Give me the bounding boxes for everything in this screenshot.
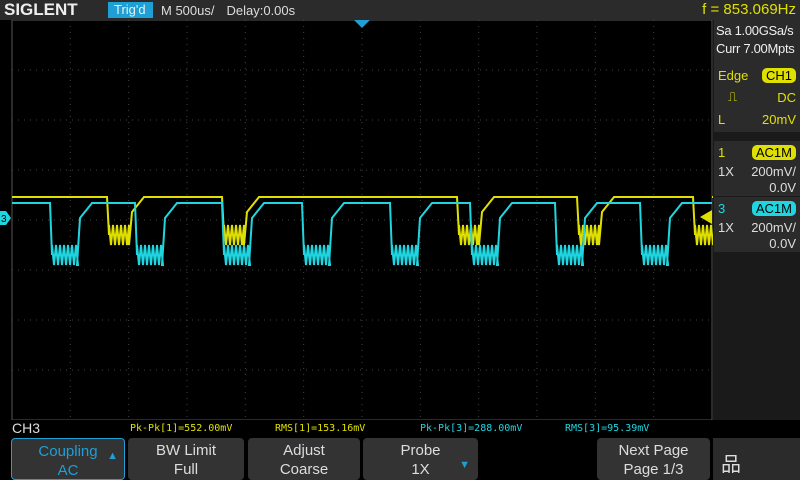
scale: 200mV/ [751,163,796,179]
timebase[interactable]: M 500us/ [161,3,214,18]
trigger-info[interactable]: Edge CH1 ⎍ DC L 20mV [714,62,800,132]
coupling-button[interactable]: Coupling AC ▲ [11,438,125,480]
siglent-logo: SIGLENT [4,0,78,19]
button-value: Coarse [279,461,329,478]
acquisition-info: Sa 1.00GSa/s Curr 7.00Mpts [714,20,800,62]
network-icon[interactable]: 品 [713,438,800,480]
probe-button[interactable]: Probe 1X ▼ [363,438,478,480]
button-label: BW Limit [156,442,216,459]
trigger-level-marker[interactable] [700,210,712,224]
trigger-source: CH1 [761,67,796,83]
next-page-button[interactable]: Next Page Page 1/3 [597,438,710,480]
button-label: Next Page [618,442,689,459]
trigger-status: Trig'd [108,2,153,18]
scale: 200mV/ [751,219,796,235]
button-value: Full [173,461,199,478]
bw-limit-button[interactable]: BW Limit Full [128,438,244,480]
channel-number: 3 [718,200,726,216]
measurement-rms-3: RMS[3]=95.39mV [565,423,650,434]
menu-title: CH3 [12,420,41,436]
probe: 1X [718,163,734,179]
status-bar: SIGLENT Trig'd M 500us/ Delay:0.00s f = … [0,0,800,20]
frequency-readout: f = 853.069Hz [702,1,796,18]
channel-coupling: AC1M [751,144,796,160]
arrow-down-icon: ▼ [459,459,470,471]
memory-depth: Curr 7.00Mpts [716,41,795,56]
channel-1-trace [12,196,713,246]
sample-rate: Sa 1.00GSa/s [716,23,794,38]
channel-3-info[interactable]: 3 AC1M 1X 200mV/ 0.0V [714,197,800,252]
offset: 0.0V [769,235,796,251]
trigger-type: Edge [718,67,749,83]
trigger-level-label: L [718,111,726,127]
measurement-pkpk-3: Pk-Pk[3]=288.00mV [420,423,523,434]
probe: 1X [718,219,734,235]
trigger-position-marker[interactable] [354,20,370,28]
channel-3-marker-label: 3 [1,214,7,225]
measurement-rms-1: RMS[1]=153.16mV [275,423,366,434]
info-panel: Sa 1.00GSa/s Curr 7.00Mpts Edge CH1 ⎍ DC L… [713,20,800,420]
adjust-button[interactable]: Adjust Coarse [248,438,360,480]
button-label: Adjust [283,442,325,459]
measurement-pkpk-1: Pk-Pk[1]=552.00mV [130,423,233,434]
trigger-coupling: DC [777,89,796,105]
trigger-level: 20mV [762,111,796,127]
button-value: Page 1/3 [623,461,684,478]
rising-edge-icon: ⎍ [728,89,738,104]
arrow-up-icon: ▲ [107,450,118,462]
channel-number: 1 [718,144,726,160]
waveform-display[interactable]: 3 [0,20,713,420]
delay[interactable]: Delay:0.00s [226,3,295,18]
channel-1-info[interactable]: 1 AC1M 1X 200mV/ 0.0V [714,141,800,196]
offset: 0.0V [769,179,796,195]
channel-coupling: AC1M [751,200,796,216]
